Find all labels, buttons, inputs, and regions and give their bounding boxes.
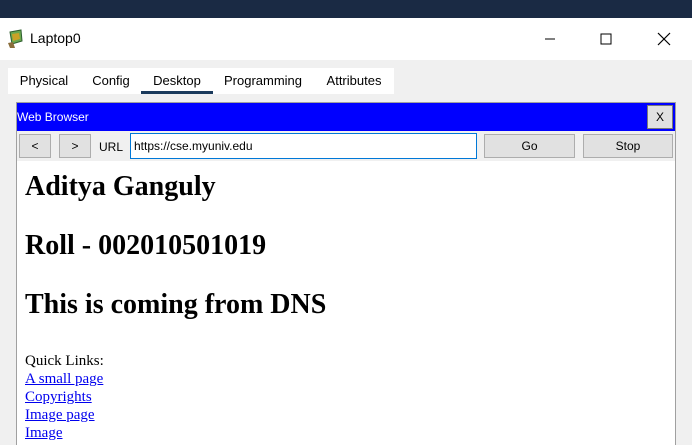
minimize-button[interactable] <box>520 18 580 60</box>
forward-button[interactable]: > <box>59 134 91 158</box>
tab-programming[interactable]: Programming <box>217 68 309 94</box>
browser-toolbar: < > URL https://cse.myuniv.edu Go Stop <box>17 131 675 161</box>
tab-attributes[interactable]: Attributes <box>316 68 392 94</box>
tab-area: Physical Config Desktop Programming Attr… <box>0 60 692 94</box>
heading-dns: This is coming from DNS <box>25 289 327 320</box>
laptop-app-icon <box>6 29 26 49</box>
browser-title: Web Browser <box>17 110 89 124</box>
top-strip <box>0 0 692 18</box>
quick-links-label: Quick Links: <box>25 353 104 369</box>
heading-roll: Roll - 002010501019 <box>25 230 267 261</box>
link-copyrights[interactable]: Copyrights <box>25 389 92 406</box>
minimize-icon <box>545 38 555 40</box>
maximize-icon <box>600 33 612 45</box>
desktop-content: Web Browser X < > URL https://cse.myuniv… <box>0 94 692 445</box>
web-browser-window: Web Browser X < > URL https://cse.myuniv… <box>16 102 676 445</box>
tab-bar: Physical Config Desktop Programming Attr… <box>8 68 394 94</box>
web-page-content: Aditya Ganguly Roll - 002010501019 This … <box>17 161 675 445</box>
browser-close-button[interactable]: X <box>647 105 673 129</box>
window-title: Laptop0 <box>30 30 81 46</box>
tab-desktop[interactable]: Desktop <box>141 68 213 94</box>
link-image[interactable]: Image <box>25 425 62 442</box>
window-titlebar: Laptop0 <box>0 18 692 60</box>
back-button[interactable]: < <box>19 134 51 158</box>
close-icon <box>657 32 671 46</box>
maximize-button[interactable] <box>576 18 636 60</box>
stop-button[interactable]: Stop <box>583 134 673 158</box>
heading-name: Aditya Ganguly <box>25 171 216 202</box>
link-small-page[interactable]: A small page <box>25 371 103 388</box>
close-window-button[interactable] <box>636 18 692 60</box>
go-button[interactable]: Go <box>484 134 575 158</box>
browser-titlebar: Web Browser X <box>17 103 675 131</box>
url-label: URL <box>99 140 124 154</box>
tab-physical[interactable]: Physical <box>8 68 80 94</box>
tab-config[interactable]: Config <box>82 68 140 94</box>
url-input[interactable]: https://cse.myuniv.edu <box>130 133 477 159</box>
link-image-page[interactable]: Image page <box>25 407 95 424</box>
